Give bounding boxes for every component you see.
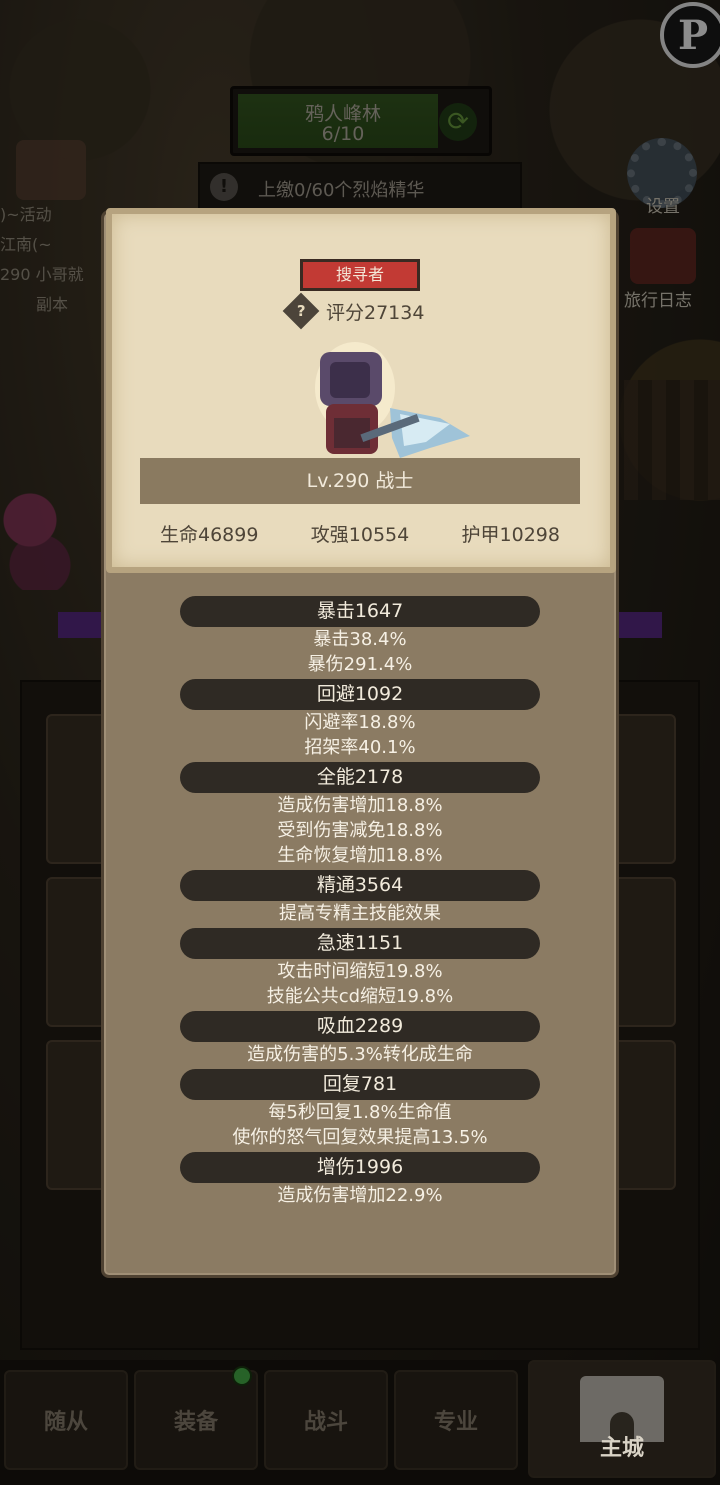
help-icon[interactable]: ? [282, 292, 320, 330]
attr-line: 每5秒回复1.8%生命值 [268, 1102, 452, 1123]
attr-header-avoidance: 回避1092 [180, 679, 540, 710]
attr-line: 暴击38.4% [313, 629, 407, 650]
attr-header-damage-bonus: 增伤1996 [180, 1152, 540, 1183]
attr-header-crit: 暴击1647 [180, 596, 540, 627]
hero-score: 评分27134 [326, 301, 425, 324]
attr-header-mastery: 精通3564 [180, 870, 540, 901]
stat-health: 生命46899 [160, 524, 259, 546]
main-city-label: 主城 [599, 1436, 644, 1461]
stat-armor: 护甲10298 [461, 524, 560, 546]
attr-line: 造成伤害增加18.8% [277, 795, 443, 816]
attr-header-regen: 回复781 [180, 1069, 540, 1100]
attr-line: 暴伤291.4% [307, 654, 413, 675]
attr-line: 招架率40.1% [304, 737, 416, 758]
attr-line: 造成伤害的5.3%转化成生命 [247, 1044, 473, 1065]
attr-line: 受到伤害减免18.8% [277, 820, 443, 841]
attr-line: 攻击时间缩短19.8% [277, 961, 443, 982]
attr-header-versatility: 全能2178 [180, 762, 540, 793]
attr-line: 生命恢复增加18.8% [277, 845, 443, 866]
hero-sprite [315, 342, 470, 458]
attribute-list: 暴击1647 暴击38.4% 暴伤291.4% 回避1092 闪避率18.8% … [180, 594, 540, 1208]
base-stats-row: 生命46899 攻强10554 护甲10298 [140, 520, 580, 547]
attr-line: 使你的怒气回复效果提高13.5% [232, 1127, 488, 1148]
score-row: ? 评分27134 [282, 292, 425, 330]
attr-line: 造成伤害增加22.9% [277, 1185, 443, 1206]
attr-line: 闪避率18.8% [304, 712, 416, 733]
attr-header-haste: 急速1151 [180, 928, 540, 959]
attr-header-lifesteal: 吸血2289 [180, 1011, 540, 1042]
attr-line: 提高专精主技能效果 [279, 903, 441, 924]
role-tag: 搜寻者 [300, 259, 420, 291]
attr-line: 技能公共cd缩短19.8% [266, 986, 454, 1007]
stat-attack-power: 攻强10554 [310, 524, 410, 546]
level-class-bar: Lv.290 战士 [140, 458, 580, 504]
